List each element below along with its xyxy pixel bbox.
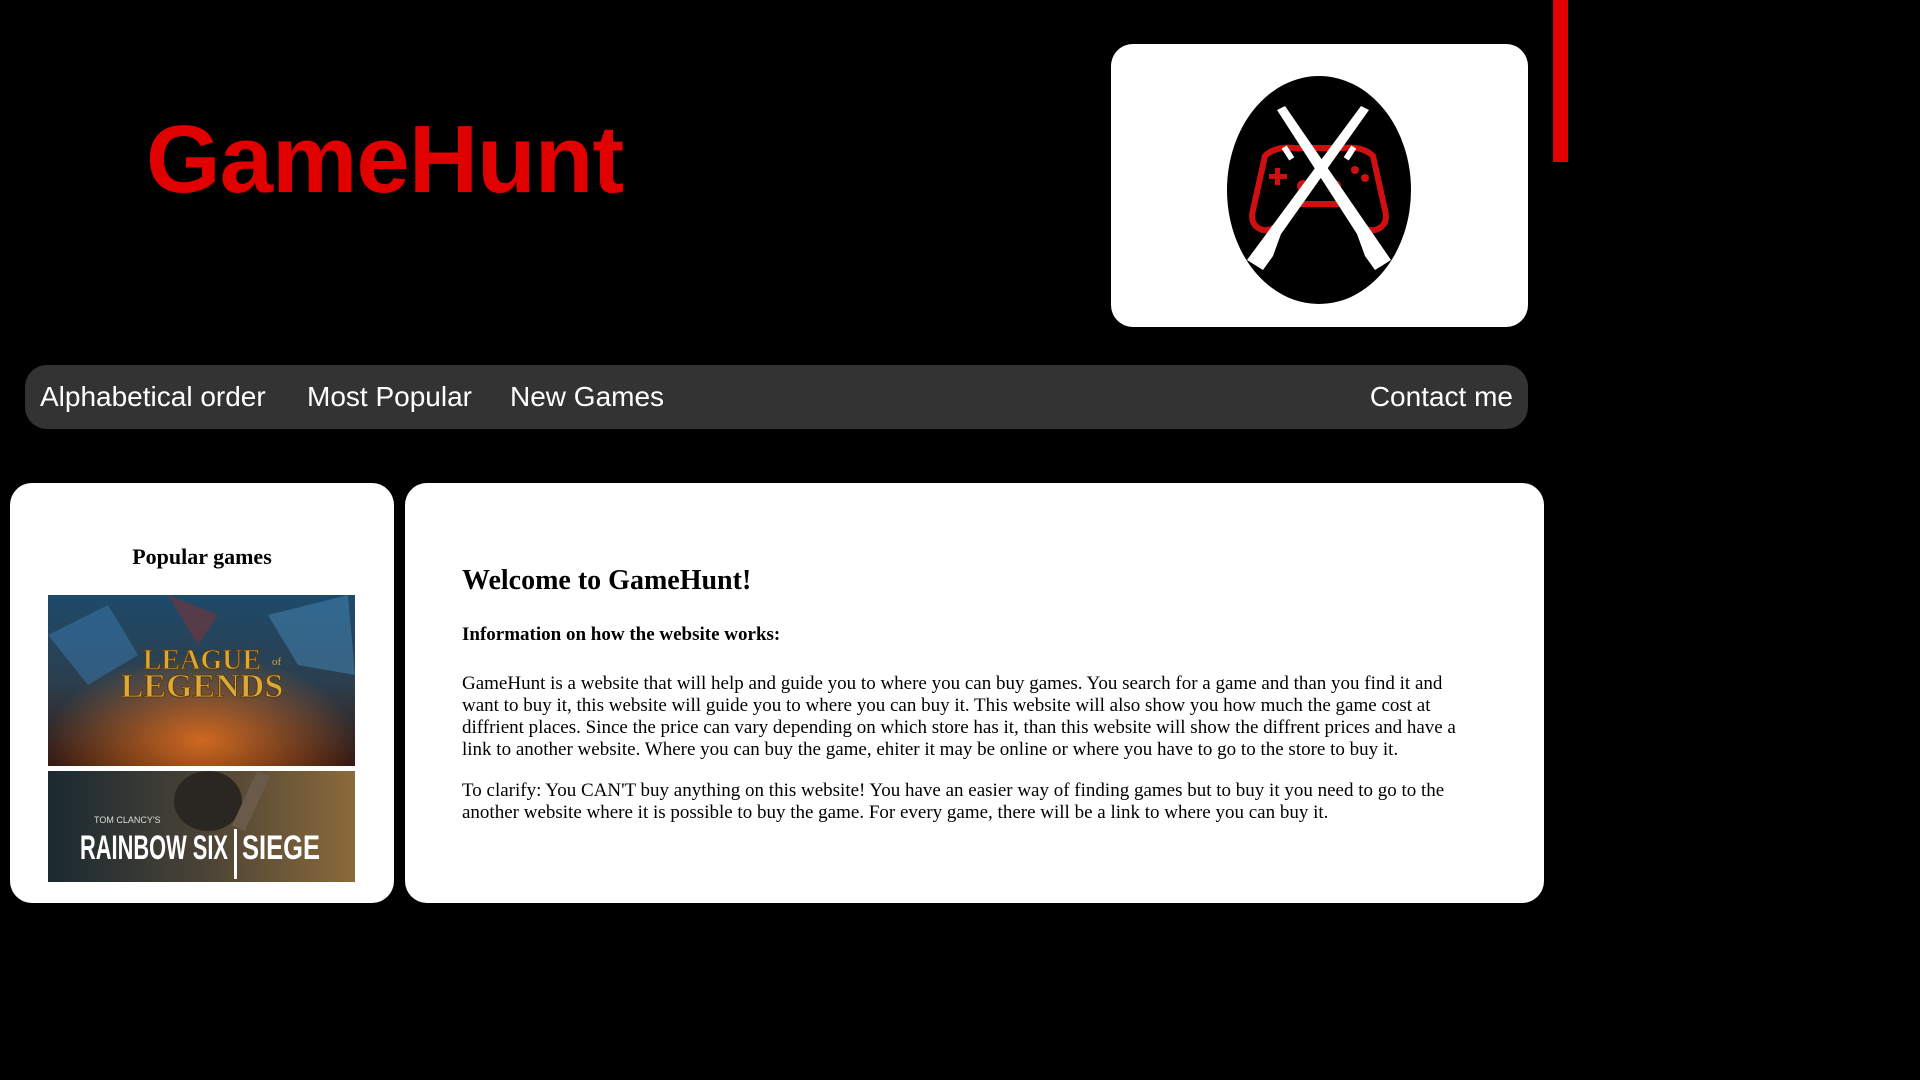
clarify-paragraph: To clarify: You CAN'T buy anything on th… xyxy=(462,780,1445,823)
site-title: GameHunt xyxy=(146,106,624,213)
r6-logo-text-2: SIEGE xyxy=(242,829,320,867)
popular-games-heading: Popular games xyxy=(132,544,272,569)
crossed-rifles-controller-logo-icon xyxy=(1227,76,1411,304)
main-navigation: Alphabetical order Most Popular New Game… xyxy=(25,365,1528,429)
nav-new-games[interactable]: New Games xyxy=(510,365,664,429)
league-of-legends-image: LEAGUE of LEGENDS xyxy=(48,595,355,766)
logo-card[interactable] xyxy=(1111,44,1528,327)
rainbow-six-siege-image: TOM CLANCY'S RAINBOW SIX SIEGE xyxy=(48,771,355,882)
info-heading: Information on how the website works: xyxy=(462,624,781,645)
nav-contact-me[interactable]: Contact me xyxy=(1370,365,1513,429)
welcome-content-panel: Welcome to GameHunt! Information on how … xyxy=(405,483,1544,903)
game-card-league-of-legends[interactable]: LEAGUE of LEGENDS xyxy=(48,595,355,766)
scrollbar-thumb[interactable] xyxy=(1553,0,1568,162)
game-card-rainbow-six-siege[interactable]: TOM CLANCY'S RAINBOW SIX SIEGE xyxy=(48,771,355,882)
r6-logo-text-1: RAINBOW SIX xyxy=(80,829,228,867)
lol-logo-text-2: LEGENDS xyxy=(121,668,284,705)
nav-alphabetical-order[interactable]: Alphabetical order xyxy=(40,365,266,429)
intro-paragraph: GameHunt is a website that will help and… xyxy=(462,673,1456,760)
welcome-title: Welcome to GameHunt! xyxy=(462,565,752,596)
nav-most-popular[interactable]: Most Popular xyxy=(307,365,472,429)
r6-logo-brand: TOM CLANCY'S xyxy=(94,815,161,825)
lol-logo-text-small: of xyxy=(272,656,282,668)
